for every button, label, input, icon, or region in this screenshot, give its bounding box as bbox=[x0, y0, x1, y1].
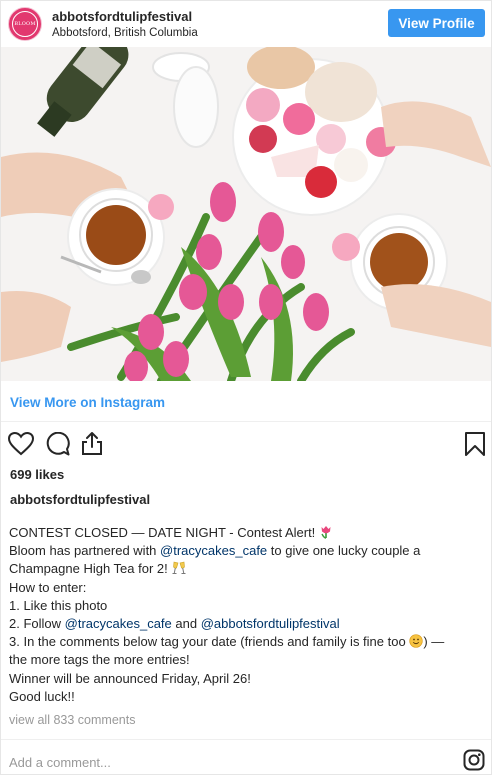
caption-line-1: CONTEST CLOSED — DATE NIGHT - Contest Al… bbox=[9, 525, 316, 540]
caption-line-5: 1. Like this photo bbox=[9, 597, 108, 613]
view-profile-button[interactable]: View Profile bbox=[388, 9, 485, 37]
caption-line-2: Bloom has partnered with bbox=[9, 543, 161, 559]
avatar-logo: BLOOM bbox=[14, 21, 36, 27]
mention-tracycakes-cafe-2[interactable]: @tracycakes_cafe bbox=[65, 616, 172, 631]
share-icon[interactable] bbox=[80, 430, 104, 456]
comment-icon[interactable] bbox=[46, 432, 70, 456]
caption: CONTEST CLOSED — DATE NIGHT - Contest Al… bbox=[9, 524, 485, 706]
caption-line-6: 2. Follow bbox=[9, 616, 65, 632]
location-link[interactable]: Abbotsford, British Columbia bbox=[52, 27, 198, 39]
mention-tracycakes-cafe[interactable]: @tracycakes_cafe bbox=[160, 543, 267, 558]
likes-count[interactable]: 699 likes bbox=[10, 467, 64, 482]
divider bbox=[1, 421, 491, 422]
caption-line-2-end: to give one lucky couple a bbox=[267, 543, 421, 559]
view-all-comments-link[interactable]: view all 833 comments bbox=[9, 713, 135, 727]
view-more-on-instagram-link[interactable]: View More on Instagram bbox=[10, 395, 165, 410]
avatar[interactable]: BLOOM bbox=[8, 7, 42, 41]
caption-author[interactable]: abbotsfordtulipfestival bbox=[10, 492, 150, 507]
instagram-embed: BLOOM abbotsfordtulipfestival Abbotsford… bbox=[0, 0, 492, 775]
caption-line-4: How to enter: bbox=[9, 579, 87, 595]
caption-line-7: 3. In the comments below tag your date (… bbox=[9, 634, 410, 650]
instagram-logo-icon[interactable] bbox=[463, 749, 485, 771]
tea-tulips-photo bbox=[1, 47, 491, 381]
mention-abbotsfordtulipfestival[interactable]: @abbotsfordtulipfestival bbox=[201, 616, 340, 631]
caption-line-6-and: and bbox=[171, 616, 201, 632]
caption-line-8: the more tags the more entries! bbox=[9, 652, 190, 668]
post-header: BLOOM abbotsfordtulipfestival Abbotsford… bbox=[1, 1, 491, 47]
tulip-emoji-icon bbox=[321, 526, 331, 539]
divider bbox=[1, 739, 491, 740]
heart-icon[interactable] bbox=[8, 432, 34, 456]
caption-line-3: Champagne High Tea for 2! bbox=[9, 561, 168, 577]
post-photo[interactable] bbox=[1, 47, 491, 381]
caption-line-9: Winner will be announced Friday, April 2… bbox=[9, 670, 251, 686]
add-comment-input[interactable]: Add a comment... bbox=[9, 755, 111, 770]
champagne-glasses-emoji-icon bbox=[172, 562, 186, 575]
bookmark-icon[interactable] bbox=[464, 431, 486, 457]
smiley-emoji-icon bbox=[409, 634, 423, 648]
caption-line-10: Good luck!! bbox=[9, 688, 75, 704]
caption-line-7-end: ) — bbox=[423, 634, 445, 650]
username-link[interactable]: abbotsfordtulipfestival bbox=[52, 9, 192, 24]
